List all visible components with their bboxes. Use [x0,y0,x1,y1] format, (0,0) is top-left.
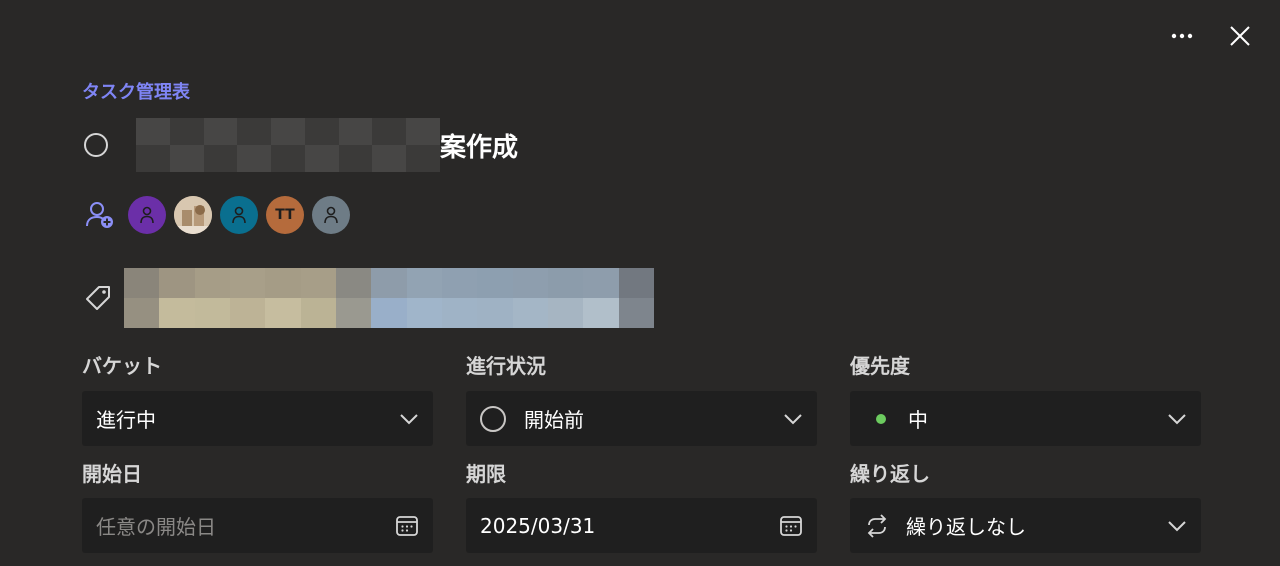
priority-label: 優先度 [850,354,910,378]
complete-task-checkbox[interactable] [84,133,108,157]
assignee-avatar-5[interactable] [312,196,350,234]
header-actions [1166,20,1256,52]
repeat-label: 繰り返し [850,462,930,486]
chevron-down-icon [784,413,802,424]
repeat-icon [867,513,887,538]
priority-medium-dot-icon [876,413,886,424]
more-options-button[interactable] [1166,20,1198,52]
tag-icon[interactable] [84,284,112,312]
task-title-row: 案作成 [84,118,518,172]
repeat-value: 繰り返しなし [906,515,1026,539]
assignee-avatar-2[interactable] [174,196,212,234]
assignee-avatar-4[interactable]: TT [266,196,304,234]
chevron-down-icon [1168,413,1186,424]
more-horizontal-icon [1171,33,1193,39]
task-title[interactable]: 案作成 [440,127,518,164]
plan-name-link[interactable]: タスク管理表 [82,78,190,104]
priority-dropdown[interactable]: 中 [850,391,1201,446]
repeat-dropdown[interactable]: 繰り返しなし [850,498,1201,553]
chevron-down-icon [1168,520,1186,531]
start-date-field[interactable]: 任意の開始日 [82,498,433,553]
person-icon [140,206,154,224]
redacted-labels-block[interactable] [124,268,654,328]
bucket-dropdown[interactable]: 進行中 [82,391,433,446]
assignee-initials: TT [275,207,295,223]
progress-value: 開始前 [524,408,584,432]
chevron-down-icon [400,413,418,424]
bucket-value: 進行中 [96,408,156,432]
due-date-field[interactable]: 2025/03/31 [466,498,817,553]
calendar-icon[interactable] [395,514,419,538]
assignee-avatar-3[interactable] [220,196,258,234]
calendar-icon[interactable] [779,514,803,538]
not-started-icon [480,405,506,432]
add-assignee-icon[interactable] [84,199,116,231]
progress-dropdown[interactable]: 開始前 [466,391,817,446]
progress-label: 進行状況 [466,354,546,378]
assignee-avatar-1[interactable] [128,196,166,234]
due-date-label: 期限 [466,462,506,486]
assignees-row: TT [84,196,358,234]
start-date-label: 開始日 [82,462,142,486]
priority-value: 中 [908,408,928,432]
photo-avatar-icon [174,196,212,234]
close-icon [1230,26,1250,46]
redacted-title-block [136,118,440,172]
person-icon [232,206,246,224]
close-button[interactable] [1224,20,1256,52]
bucket-label: バケット [82,354,162,378]
due-date-value: 2025/03/31 [480,513,596,538]
person-icon [324,206,338,224]
labels-row [84,268,654,328]
start-date-placeholder: 任意の開始日 [96,515,216,539]
